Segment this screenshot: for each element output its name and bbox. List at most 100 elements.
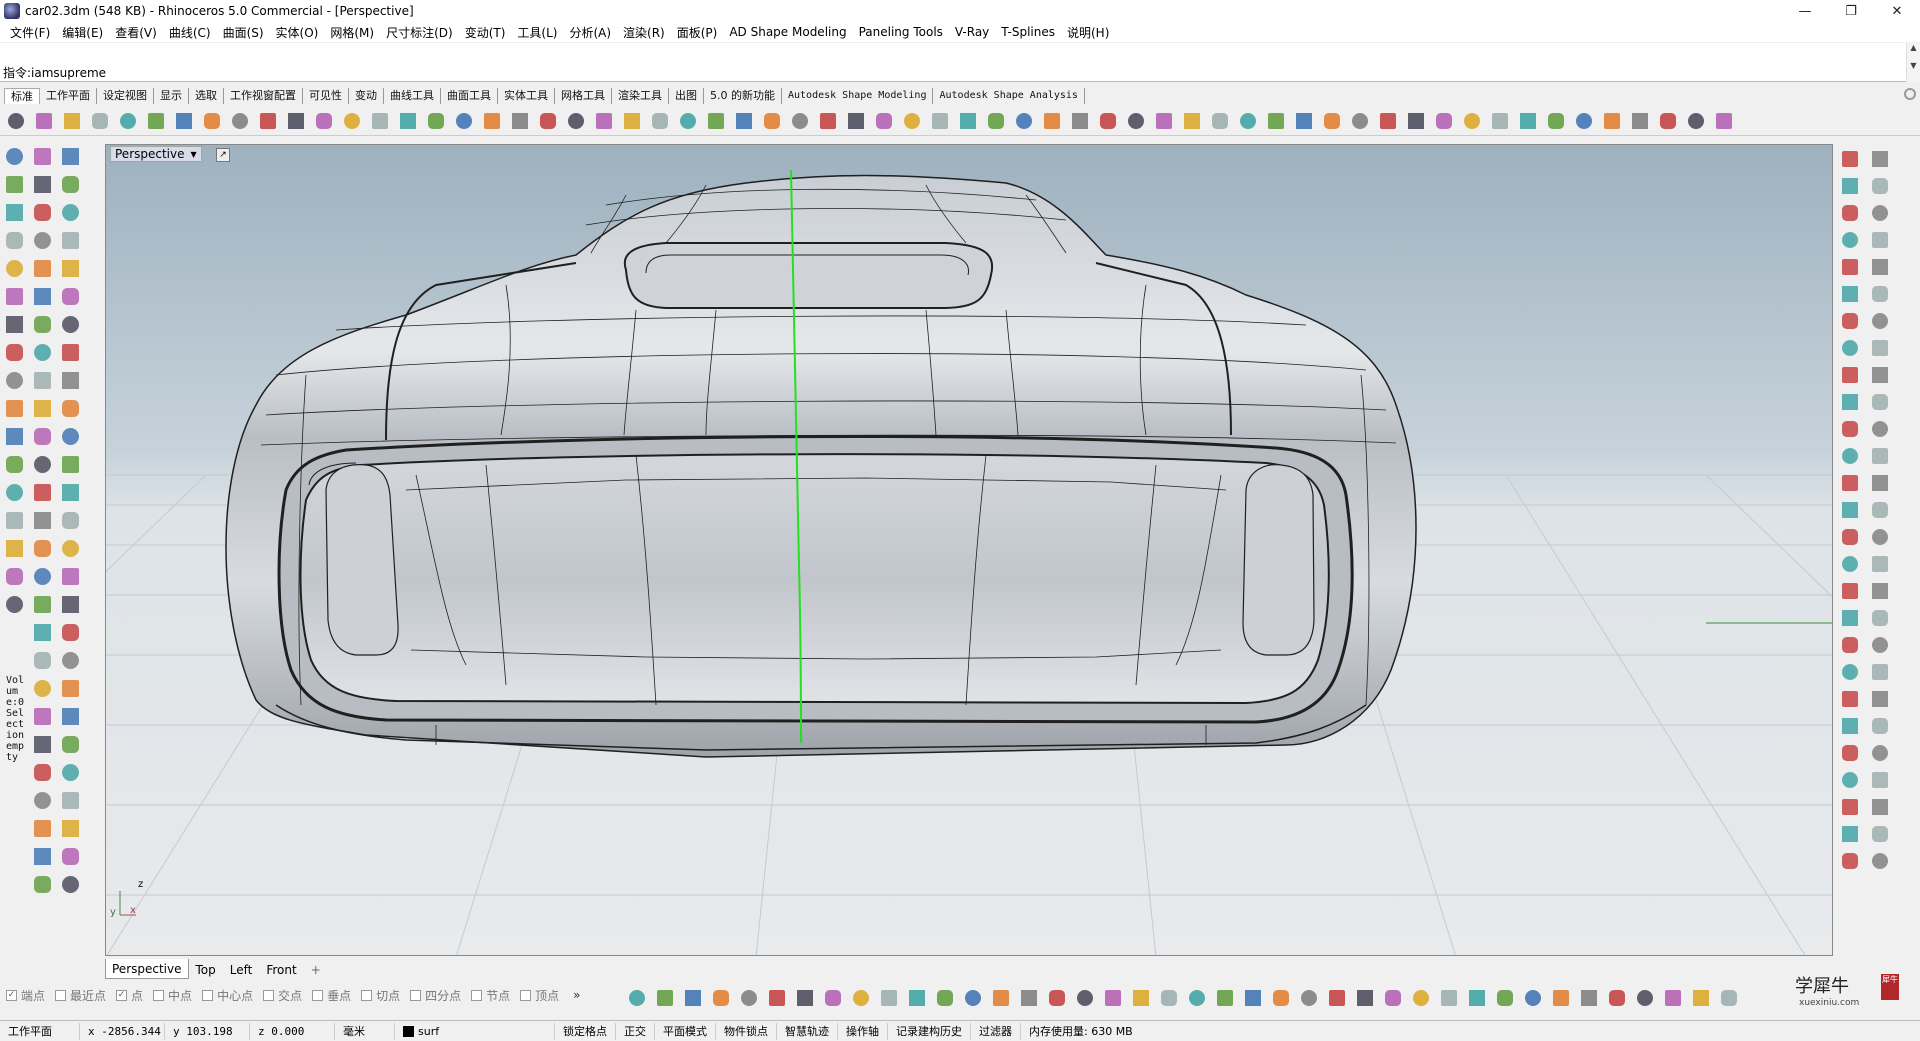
osnap-checkbox-5[interactable] [263,989,275,1001]
viewport-tab-front[interactable]: Front [259,959,303,979]
right-tool-1-10-icon[interactable] [1868,417,1892,441]
standard-tool-42-icon[interactable] [1180,109,1204,133]
bottom-tool-28-icon[interactable] [1409,986,1433,1010]
left-tool-1-24-icon[interactable] [30,816,54,840]
right-tool-0-2-icon[interactable] [1838,201,1862,225]
left-tool-2-0-icon[interactable] [58,144,82,168]
left-tool-1-3-icon[interactable] [30,228,54,252]
left-tool-0-9-icon[interactable] [2,396,26,420]
menu-item-17[interactable]: 说明(H) [1061,24,1115,41]
standard-tool-2-icon[interactable] [60,109,84,133]
status-cplane[interactable]: 工作平面 [0,1022,80,1040]
osnap-1[interactable]: 最近点 [55,987,106,1004]
left-tool-0-3-icon[interactable] [2,228,26,252]
left-tool-1-0-icon[interactable] [30,144,54,168]
minimize-button[interactable]: — [1782,0,1828,22]
left-tool-2-4-icon[interactable] [58,256,82,280]
standard-tool-27-icon[interactable] [760,109,784,133]
left-tool-2-6-icon[interactable] [58,312,82,336]
right-tool-1-14-icon[interactable] [1868,525,1892,549]
osnap-checkbox-10[interactable] [520,989,532,1001]
left-tool-1-1-icon[interactable] [30,172,54,196]
status-smarttrack[interactable]: 智慧轨迹 [777,1022,838,1040]
bottom-tool-26-icon[interactable] [1353,986,1377,1010]
osnap-checkbox-4[interactable] [202,989,214,1001]
left-tool-0-4-icon[interactable] [2,256,26,280]
left-tool-2-1-icon[interactable] [58,172,82,196]
standard-tool-51-icon[interactable] [1432,109,1456,133]
bottom-tool-17-icon[interactable] [1101,986,1125,1010]
menu-item-15[interactable]: V-Ray [949,25,995,39]
osnap-checkbox-3[interactable] [153,989,165,1001]
bottom-tool-6-icon[interactable] [793,986,817,1010]
bottom-tool-1-icon[interactable] [653,986,677,1010]
left-tool-0-8-icon[interactable] [2,368,26,392]
bottom-tool-12-icon[interactable] [961,986,985,1010]
right-tool-0-20-icon[interactable] [1838,687,1862,711]
toolbar-tab-14[interactable]: 5.0 的新功能 [704,88,782,104]
bottom-tool-8-icon[interactable] [849,986,873,1010]
toolbar-tab-2[interactable]: 设定视图 [97,88,154,104]
right-tool-0-26-icon[interactable] [1838,849,1862,873]
toolbar-tab-10[interactable]: 实体工具 [498,88,555,104]
osnap-6[interactable]: 垂点 [312,987,351,1004]
osnap-checkbox-0[interactable]: ✓ [6,989,17,1001]
standard-tool-55-icon[interactable] [1544,109,1568,133]
left-tool-1-26-icon[interactable] [30,872,54,896]
right-tool-1-9-icon[interactable] [1868,390,1892,414]
left-tool-2-23-icon[interactable] [58,788,82,812]
right-tool-1-19-icon[interactable] [1868,660,1892,684]
bottom-tool-13-icon[interactable] [989,986,1013,1010]
left-tool-0-5-icon[interactable] [2,284,26,308]
left-tool-1-13-icon[interactable] [30,508,54,532]
osnap-checkbox-8[interactable] [410,989,422,1001]
right-tool-1-11-icon[interactable] [1868,444,1892,468]
osnap-3[interactable]: 中点 [153,987,192,1004]
osnap-9[interactable]: 节点 [471,987,510,1004]
left-tool-0-6-icon[interactable] [2,312,26,336]
bottom-tool-33-icon[interactable] [1549,986,1573,1010]
right-tool-1-24-icon[interactable] [1868,795,1892,819]
bottom-tool-31-icon[interactable] [1493,986,1517,1010]
left-tool-2-7-icon[interactable] [58,340,82,364]
right-tool-0-9-icon[interactable] [1838,390,1862,414]
left-tool-2-12-icon[interactable] [58,480,82,504]
right-tool-0-21-icon[interactable] [1838,714,1862,738]
standard-tool-58-icon[interactable] [1628,109,1652,133]
left-tool-2-15-icon[interactable] [58,564,82,588]
standard-tool-48-icon[interactable] [1348,109,1372,133]
left-tool-2-20-icon[interactable] [58,704,82,728]
status-planar[interactable]: 平面模式 [655,1022,716,1040]
osnap-more-button[interactable]: » [573,988,580,1002]
standard-tool-39-icon[interactable] [1096,109,1120,133]
standard-tool-3-icon[interactable] [88,109,112,133]
standard-tool-40-icon[interactable] [1124,109,1148,133]
osnap-2[interactable]: ✓ 点 [116,987,143,1004]
viewport-tab-top[interactable]: Top [189,959,223,979]
right-tool-0-10-icon[interactable] [1838,417,1862,441]
menu-item-11[interactable]: 渲染(R) [617,24,671,41]
bottom-tool-7-icon[interactable] [821,986,845,1010]
standard-tool-12-icon[interactable] [340,109,364,133]
right-tool-1-16-icon[interactable] [1868,579,1892,603]
right-tool-0-11-icon[interactable] [1838,444,1862,468]
right-tool-0-4-icon[interactable] [1838,255,1862,279]
right-tool-0-8-icon[interactable] [1838,363,1862,387]
left-tool-1-8-icon[interactable] [30,368,54,392]
standard-tool-56-icon[interactable] [1572,109,1596,133]
bottom-tool-19-icon[interactable] [1157,986,1181,1010]
bottom-tool-27-icon[interactable] [1381,986,1405,1010]
standard-tool-36-icon[interactable] [1012,109,1036,133]
right-tool-0-24-icon[interactable] [1838,795,1862,819]
left-tool-2-17-icon[interactable] [58,620,82,644]
left-tool-0-7-icon[interactable] [2,340,26,364]
left-tool-0-15-icon[interactable] [2,564,26,588]
bottom-tool-30-icon[interactable] [1465,986,1489,1010]
left-tool-0-12-icon[interactable] [2,480,26,504]
standard-tool-14-icon[interactable] [396,109,420,133]
right-tool-1-25-icon[interactable] [1868,822,1892,846]
bottom-tool-16-icon[interactable] [1073,986,1097,1010]
left-tool-2-16-icon[interactable] [58,592,82,616]
standard-tool-7-icon[interactable] [200,109,224,133]
right-tool-0-0-icon[interactable] [1838,147,1862,171]
